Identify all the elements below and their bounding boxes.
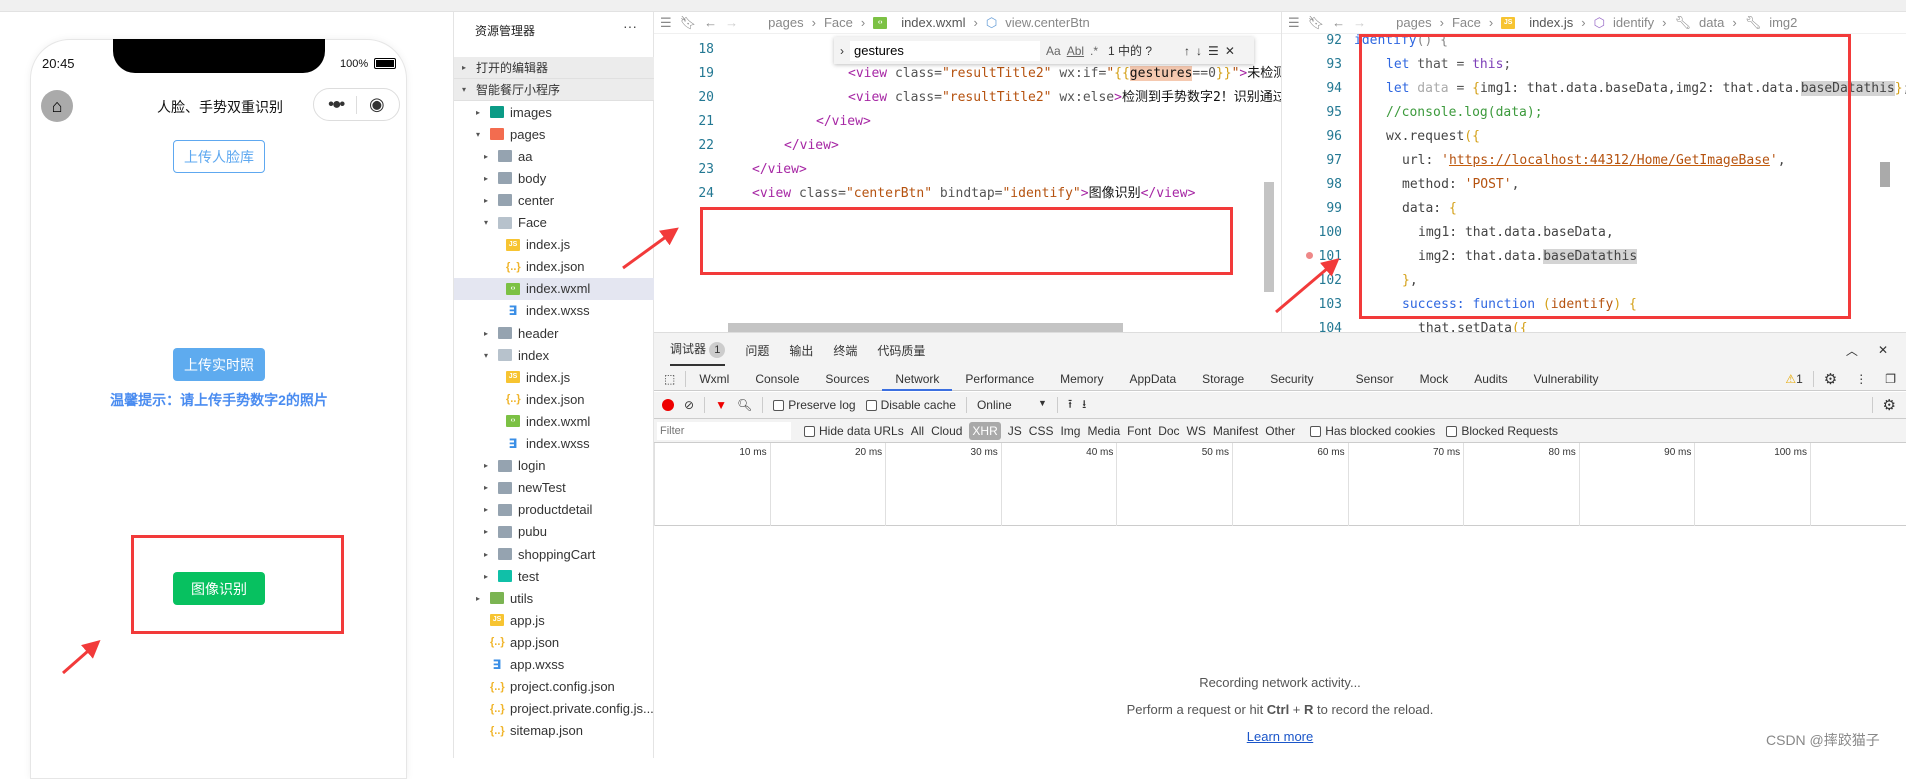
arrow-js xyxy=(1275,258,1340,314)
annotation-arrows xyxy=(62,227,1340,675)
arrow-wxml xyxy=(622,227,679,270)
arrow-phone xyxy=(62,640,101,675)
